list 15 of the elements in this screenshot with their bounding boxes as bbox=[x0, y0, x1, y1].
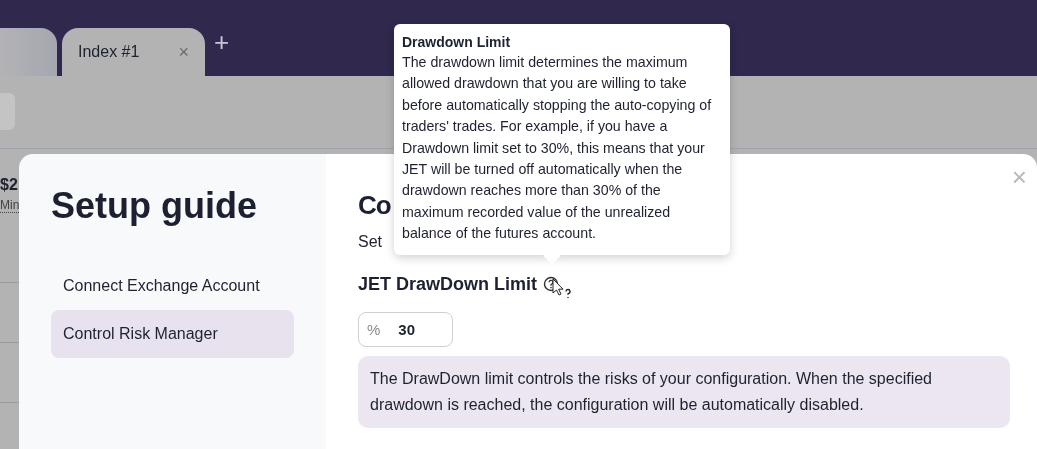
new-tab-button[interactable]: + bbox=[214, 26, 230, 58]
drawdown-input[interactable]: % 30 bbox=[358, 312, 453, 347]
step-item[interactable]: Connect Exchange Account bbox=[51, 262, 294, 310]
section-subtitle: Set bbox=[358, 232, 382, 252]
info-note: The DrawDown limit controls the risks of your configuration. When the specified drawdown is reached, the configuration will be automatically disabled. bbox=[358, 356, 1010, 428]
step-item[interactable]: Control Risk Manager bbox=[51, 310, 294, 358]
tooltip-title: Drawdown Limit bbox=[402, 34, 512, 50]
tooltip-text: The drawdown limit determines the maximum allowed drawdown that you are willing to take before automatically stopping the auto-copying of traders' trades. For example, if you have a Drawdown limit set to 30%, this means that your JET will be turned off automatically when the drawdown reaches more than 30% of the maximum recorded value of the unrealized balance of the futures account. bbox=[402, 53, 713, 244]
balance-text: $2 bbox=[0, 176, 19, 194]
field-label: JET DrawDown Limit bbox=[358, 273, 537, 295]
section-heading: Co bbox=[358, 189, 391, 222]
browser-tab[interactable]: Index #1 × bbox=[62, 28, 205, 76]
browser-tab[interactable] bbox=[0, 28, 57, 76]
help-cursor-icon bbox=[551, 278, 573, 300]
dialog-title: Setup guide bbox=[51, 184, 258, 228]
